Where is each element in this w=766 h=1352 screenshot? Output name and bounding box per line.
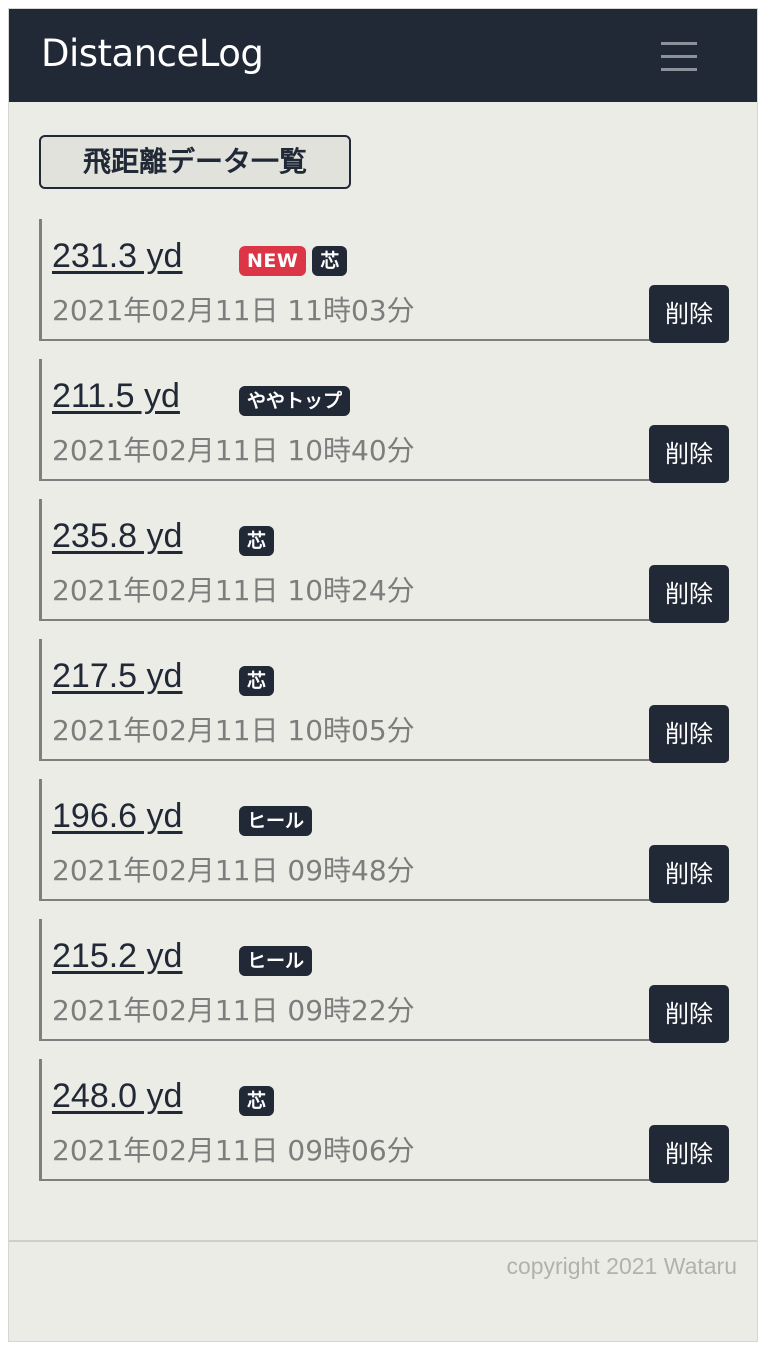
- list-item: 211.5 yd ややトップ 2021年02月11日 10時40分 削除: [39, 359, 729, 483]
- page-title: 飛距離データ一覧: [39, 135, 351, 189]
- list-item: 217.5 yd 芯 2021年02月11日 10時05分 削除: [39, 639, 729, 763]
- distance-link[interactable]: 248.0 yd: [52, 1077, 182, 1116]
- badge-group: ヒール: [239, 946, 313, 976]
- distance-link[interactable]: 217.5 yd: [52, 657, 182, 696]
- brand-logo[interactable]: DistanceLog: [41, 32, 264, 75]
- delete-button[interactable]: 削除: [649, 285, 729, 343]
- delete-button[interactable]: 削除: [649, 845, 729, 903]
- shot-type-badge: ややトップ: [239, 386, 351, 416]
- copyright-text: copyright 2021 Wataru: [506, 1253, 737, 1279]
- timestamp: 2021年02月11日 09時48分: [52, 854, 415, 887]
- timestamp: 2021年02月11日 09時22分: [52, 994, 415, 1027]
- list-item: 215.2 yd ヒール 2021年02月11日 09時22分 削除: [39, 919, 729, 1043]
- distance-link[interactable]: 235.8 yd: [52, 517, 182, 556]
- timestamp: 2021年02月11日 11時03分: [52, 294, 415, 327]
- footer-divider: [9, 1240, 757, 1242]
- badge-group: ヒール: [239, 806, 313, 836]
- timestamp: 2021年02月11日 09時06分: [52, 1134, 415, 1167]
- app-frame: DistanceLog 飛距離データ一覧 231.3 yd NEW 芯 2021年02…: [8, 8, 758, 1342]
- badge-group: 芯: [239, 526, 275, 556]
- list-item: 196.6 yd ヒール 2021年02月11日 09時48分 削除: [39, 779, 729, 903]
- shot-type-badge: ヒール: [239, 946, 313, 976]
- new-badge: NEW: [239, 246, 307, 276]
- badge-group: 芯: [239, 1086, 275, 1116]
- hamburger-menu-icon[interactable]: [659, 37, 699, 75]
- distance-link[interactable]: 215.2 yd: [52, 937, 182, 976]
- distance-link[interactable]: 211.5 yd: [52, 377, 180, 416]
- timestamp: 2021年02月11日 10時24分: [52, 574, 415, 607]
- badge-group: NEW 芯: [239, 246, 348, 276]
- shot-type-badge: 芯: [239, 666, 275, 696]
- delete-button[interactable]: 削除: [649, 985, 729, 1043]
- timestamp: 2021年02月11日 10時05分: [52, 714, 415, 747]
- distance-link[interactable]: 231.3 yd: [52, 237, 182, 276]
- delete-button[interactable]: 削除: [649, 1125, 729, 1183]
- list-item: 248.0 yd 芯 2021年02月11日 09時06分 削除: [39, 1059, 729, 1183]
- badge-group: 芯: [239, 666, 275, 696]
- shot-type-badge: 芯: [239, 1086, 275, 1116]
- hamburger-line: [661, 68, 697, 71]
- hamburger-line: [661, 42, 697, 45]
- shot-type-badge: 芯: [312, 246, 348, 276]
- navbar: DistanceLog: [9, 9, 757, 102]
- timestamp: 2021年02月11日 10時40分: [52, 434, 415, 467]
- list-item: 231.3 yd NEW 芯 2021年02月11日 11時03分 削除: [39, 219, 729, 343]
- badge-group: ややトップ: [239, 386, 351, 416]
- delete-button[interactable]: 削除: [649, 705, 729, 763]
- shot-type-badge: 芯: [239, 526, 275, 556]
- shot-type-badge: ヒール: [239, 806, 313, 836]
- list-item: 235.8 yd 芯 2021年02月11日 10時24分 削除: [39, 499, 729, 623]
- distance-link[interactable]: 196.6 yd: [52, 797, 182, 836]
- delete-button[interactable]: 削除: [649, 565, 729, 623]
- delete-button[interactable]: 削除: [649, 425, 729, 483]
- hamburger-line: [661, 55, 697, 58]
